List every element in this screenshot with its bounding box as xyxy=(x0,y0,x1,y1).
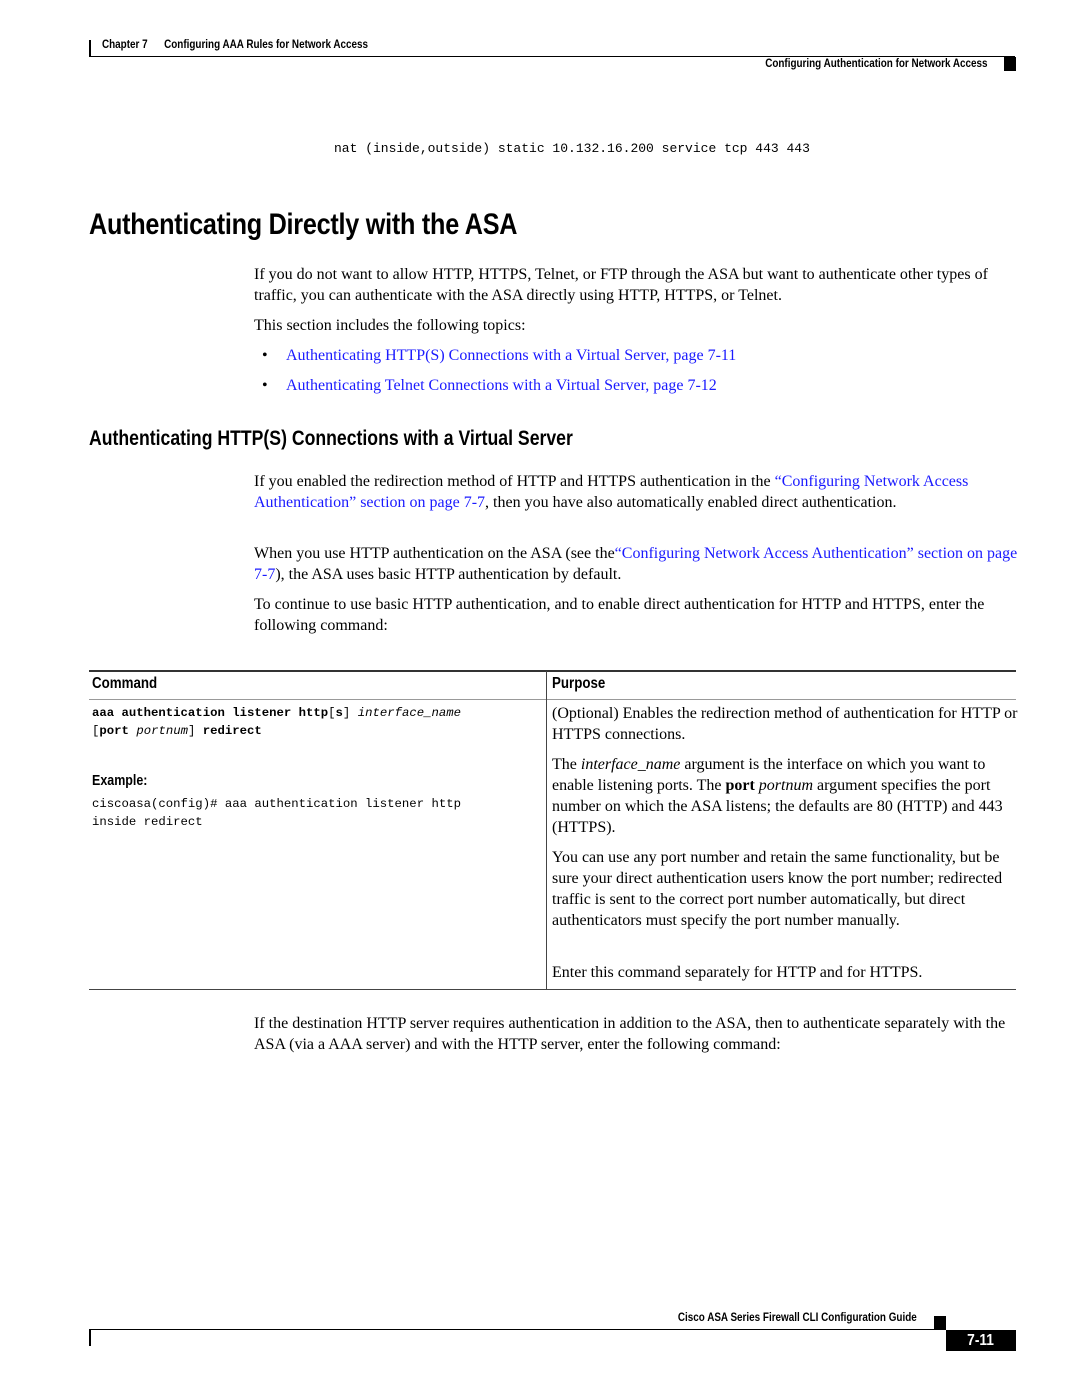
bullet-icon: • xyxy=(262,377,268,394)
page-number-text: 7-11 xyxy=(967,1332,995,1349)
topic-list-item: • Authenticating Telnet Connections with … xyxy=(262,375,717,396)
section-heading-http-virtual-server: Authenticating HTTP(S) Connections with … xyxy=(89,427,573,450)
bracket: ] xyxy=(342,706,351,720)
purpose-paragraph: The interface_name argument is the inter… xyxy=(552,754,1022,838)
table-bottom-rule xyxy=(89,989,1016,990)
header-marker-block xyxy=(1004,57,1016,71)
kw: redirect xyxy=(202,724,262,738)
column-header-purpose: Purpose xyxy=(552,675,606,692)
purpose-paragraph: (Optional) Enables the redirection metho… xyxy=(552,705,1018,743)
text: When you use HTTP authentication on the … xyxy=(254,545,615,562)
intro-paragraph: If you do not want to allow HTTP, HTTPS,… xyxy=(254,266,988,304)
purpose-paragraph: You can use any port number and retain t… xyxy=(552,849,1003,929)
footer-rule xyxy=(89,1329,934,1330)
continue-paragraph: To continue to use basic HTTP authentica… xyxy=(254,596,985,634)
kw: port xyxy=(99,724,129,738)
section-heading-directly-asa: Authenticating Directly with the ASA xyxy=(89,208,518,241)
arg: portnum xyxy=(136,724,188,738)
header-left-bar xyxy=(89,40,91,56)
arg: interface_name xyxy=(357,706,462,720)
footer-left-bar xyxy=(89,1330,91,1346)
guide-title: Cisco ASA Series Firewall CLI Configurat… xyxy=(678,1312,917,1324)
kw: s xyxy=(335,706,343,720)
basic-auth-paragraph: When you use HTTP authentication on the … xyxy=(254,543,1024,585)
text: ), the ASA uses basic HTTP authenticatio… xyxy=(275,566,622,583)
after-table-paragraph: If the destination HTTP server requires … xyxy=(254,1015,1006,1053)
bracket: ] xyxy=(187,724,196,738)
table-top-rule xyxy=(89,670,1016,672)
footer-marker-block xyxy=(934,1316,946,1330)
chapter-title: Chapter 7 Configuring AAA Rules for Netw… xyxy=(102,39,368,51)
purpose-paragraph: Enter this command separately for HTTP a… xyxy=(552,964,923,981)
kw: port xyxy=(725,777,755,794)
section-running-head: Configuring Authentication for Network A… xyxy=(765,58,988,70)
example-line: ciscoasa(config)# aaa authentication lis… xyxy=(92,797,461,811)
arg: interface_name xyxy=(580,756,681,773)
text: , then you have also automatically enabl… xyxy=(485,494,897,511)
kw: aaa authentication listener http xyxy=(92,706,329,720)
topic-link-http-virtual-server[interactable]: Authenticating HTTP(S) Connections with … xyxy=(286,347,736,364)
bullet-icon: • xyxy=(262,347,268,364)
header-rule xyxy=(89,56,1015,57)
code-nat-command: nat (inside,outside) static 10.132.16.20… xyxy=(334,141,810,156)
example-line: inside redirect xyxy=(92,815,203,829)
topic-list-item: • Authenticating HTTP(S) Connections with… xyxy=(262,345,736,366)
text: The xyxy=(552,756,581,773)
table-header-rule xyxy=(89,699,1016,700)
page-number: 7-11 xyxy=(946,1330,1016,1351)
text: If you enabled the redirection method of… xyxy=(254,473,775,490)
bracket: [ xyxy=(328,706,336,720)
column-header-command: Command xyxy=(92,675,158,692)
redirection-paragraph: If you enabled the redirection method of… xyxy=(254,471,1024,513)
example-label: Example: xyxy=(92,773,148,789)
table-column-divider xyxy=(546,671,547,990)
command-syntax: aaa authentication listener http[s] inte… xyxy=(92,704,461,740)
arg: portnum xyxy=(758,777,814,794)
topic-link-telnet-virtual-server[interactable]: Authenticating Telnet Connections with a… xyxy=(286,377,717,394)
topics-intro: This section includes the following topi… xyxy=(254,317,526,334)
